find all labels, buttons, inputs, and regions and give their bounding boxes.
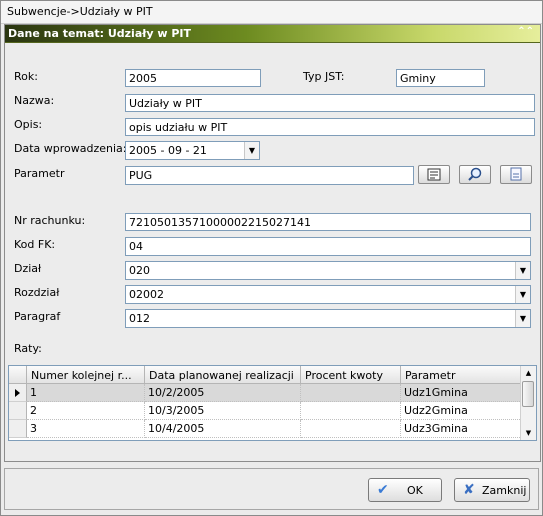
typ-jst-label: Typ JST:	[303, 70, 345, 83]
rozdzial-value: 02002	[129, 288, 164, 301]
cell-number[interactable]: 3	[27, 420, 145, 438]
cell-number[interactable]: 2	[27, 402, 145, 420]
opis-label: Opis:	[14, 118, 43, 131]
column-header-percent[interactable]: Procent kwoty	[301, 366, 401, 384]
rozdzial-select[interactable]: 02002 ▼	[125, 285, 531, 304]
data-wprowadzenia-label: Data wprowadzenia:	[14, 142, 127, 155]
cell-number[interactable]: 1	[27, 384, 145, 402]
row-selector[interactable]	[9, 384, 27, 402]
rok-field[interactable]: 2005	[125, 69, 261, 87]
scroll-up-icon[interactable]: ▲	[521, 366, 536, 380]
list-icon	[427, 168, 441, 181]
scroll-down-icon[interactable]: ▼	[521, 426, 536, 440]
dzial-label: Dział	[14, 262, 42, 275]
grid-corner	[9, 366, 27, 384]
table-row[interactable]: 3 10/4/2005 Udz3Gmina	[9, 420, 522, 438]
parametr-label: Parametr	[14, 167, 65, 180]
ok-button-label: OK	[407, 484, 423, 497]
chevron-down-icon[interactable]: ▼	[244, 142, 259, 159]
title-bar: Subwencje->Udziały w PIT	[1, 1, 542, 24]
kod-fk-label: Kod FK:	[14, 238, 56, 251]
nazwa-label: Nazwa:	[14, 94, 55, 107]
current-row-arrow-icon	[15, 389, 20, 397]
paragraf-select[interactable]: 012 ▼	[125, 309, 531, 328]
installments-grid[interactable]: Numer kolejnej r... Data planowanej real…	[8, 365, 537, 441]
cell-date[interactable]: 10/4/2005	[145, 420, 301, 438]
chevron-down-icon[interactable]: ▼	[515, 310, 530, 327]
nr-rachunku-field[interactable]: 72105013571000002215027141	[125, 213, 531, 231]
column-header-number[interactable]: Numer kolejnej r...	[27, 366, 145, 384]
document-icon	[510, 167, 522, 181]
row-selector[interactable]	[9, 420, 27, 438]
close-button-label: Zamknij	[482, 484, 527, 497]
magnifier-icon	[468, 167, 482, 181]
row-selector[interactable]	[9, 402, 27, 420]
column-header-parameter[interactable]: Parametr	[401, 366, 522, 384]
scroll-thumb[interactable]	[522, 381, 534, 407]
kod-fk-field[interactable]: 04	[125, 237, 531, 256]
application-window: Subwencje->Udziały w PIT Dane na temat: …	[0, 0, 543, 516]
dzial-value: 020	[129, 264, 150, 277]
close-button[interactable]: ✘ Zamknij	[454, 478, 530, 502]
data-wprowadzenia-picker[interactable]: 2005 - 09 - 21 ▼	[125, 141, 260, 160]
cell-percent[interactable]	[301, 384, 401, 402]
dzial-select[interactable]: 020 ▼	[125, 261, 531, 280]
typ-jst-field[interactable]: Gminy	[396, 69, 485, 87]
opis-field[interactable]: opis udziału w PIT	[125, 118, 535, 136]
nr-rachunku-label: Nr rachunku:	[14, 214, 86, 227]
panel-title: Dane na temat: Udziały w PIT	[8, 27, 191, 40]
parametr-field[interactable]: PUG	[125, 166, 414, 185]
checkmark-icon: ✔	[377, 482, 389, 498]
search-parameter-button[interactable]	[459, 165, 491, 184]
clear-parameter-button[interactable]	[500, 165, 532, 184]
cell-date[interactable]: 10/2/2005	[145, 384, 301, 402]
cell-parameter[interactable]: Udz1Gmina	[401, 384, 522, 402]
rozdzial-label: Rozdział	[14, 286, 60, 299]
nazwa-field[interactable]: Udziały w PIT	[125, 94, 535, 112]
cell-parameter[interactable]: Udz2Gmina	[401, 402, 522, 420]
chevron-down-icon[interactable]: ▼	[515, 286, 530, 303]
close-icon: ✘	[463, 482, 475, 498]
chevron-down-icon[interactable]: ▼	[515, 262, 530, 279]
column-header-date[interactable]: Data planowanej realizacji	[145, 366, 301, 384]
collapse-icon[interactable]: ⌃⌃	[517, 26, 534, 37]
table-row[interactable]: 1 10/2/2005 Udz1Gmina	[9, 384, 522, 402]
cell-parameter[interactable]: Udz3Gmina	[401, 420, 522, 438]
details-panel: Dane na temat: Udziały w PIT ⌃⌃ Rok: 200…	[4, 24, 541, 462]
select-parameter-button[interactable]	[418, 165, 450, 184]
raty-label: Raty:	[14, 342, 42, 355]
table-row[interactable]: 2 10/3/2005 Udz2Gmina	[9, 402, 522, 420]
panel-header: Dane na temat: Udziały w PIT ⌃⌃	[5, 25, 540, 43]
paragraf-value: 012	[129, 312, 150, 325]
window-title: Subwencje->Udziały w PIT	[7, 5, 153, 18]
rok-label: Rok:	[14, 70, 38, 83]
cell-percent[interactable]	[301, 420, 401, 438]
paragraf-label: Paragraf	[14, 310, 61, 323]
cell-percent[interactable]	[301, 402, 401, 420]
date-value: 2005 - 09 - 21	[129, 144, 207, 157]
ok-button[interactable]: ✔ OK	[368, 478, 442, 502]
grid-scrollbar[interactable]: ▲ ▼	[520, 366, 536, 440]
button-bar: ✔ OK ✘ Zamknij	[4, 468, 539, 510]
cell-date[interactable]: 10/3/2005	[145, 402, 301, 420]
